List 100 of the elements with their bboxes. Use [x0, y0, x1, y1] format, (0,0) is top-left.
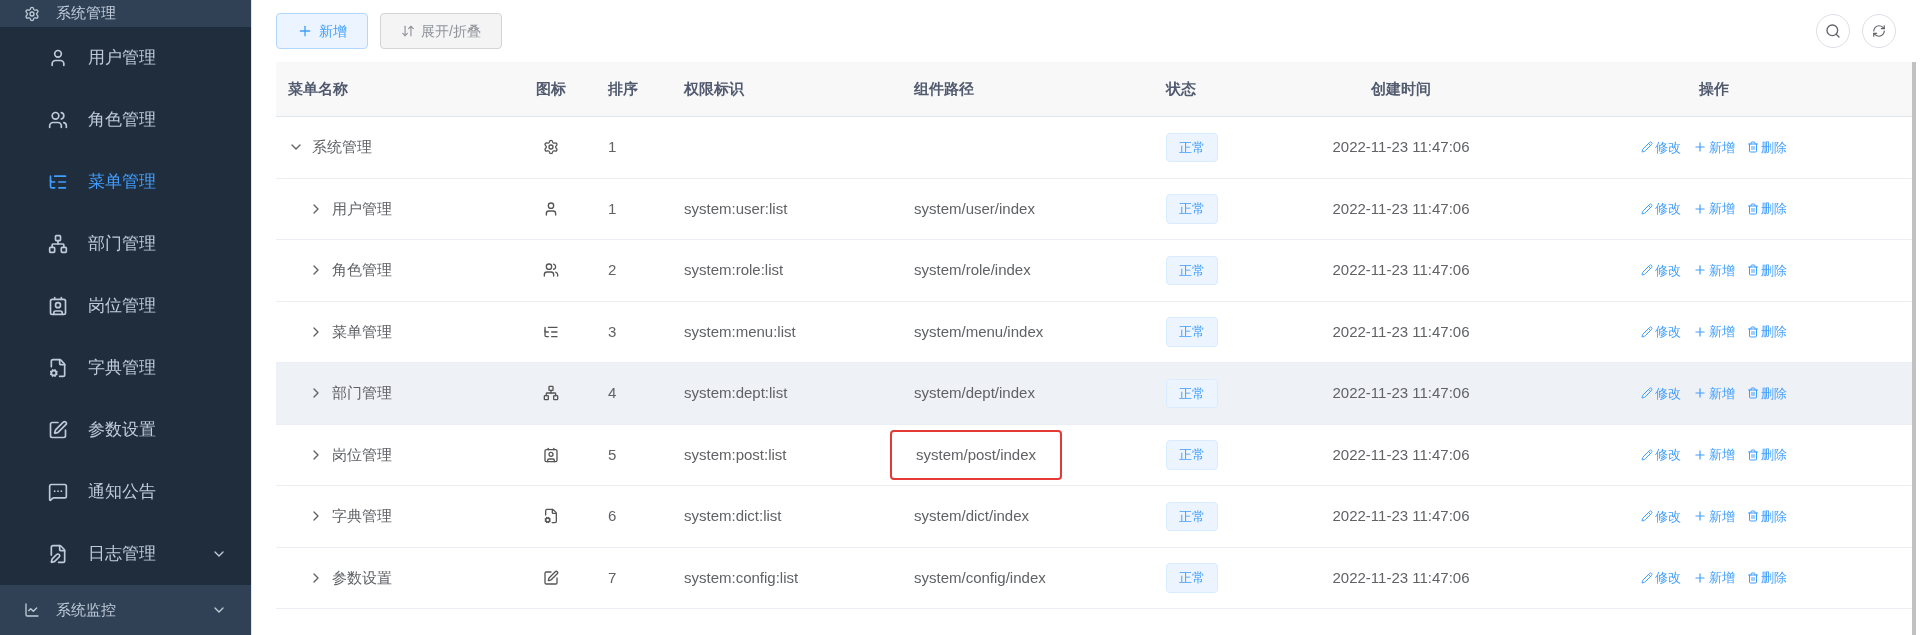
edit-link[interactable]: 修改: [1641, 322, 1681, 342]
trash-icon: [1747, 325, 1759, 338]
add-link[interactable]: 新增: [1693, 383, 1735, 403]
created-time: 2022-11-23 11:47:06: [1332, 384, 1470, 401]
sidebar-item[interactable]: 部门管理: [0, 213, 251, 275]
permission-key: system:role:list: [684, 261, 784, 278]
sidebar-item[interactable]: 岗位管理: [0, 275, 251, 337]
edit-link[interactable]: 修改: [1641, 506, 1681, 526]
column-header: 排序: [608, 79, 638, 97]
sidebar-item[interactable]: 日志管理: [0, 523, 251, 585]
expand-collapse-button[interactable]: 展开/折叠: [380, 13, 502, 49]
trash-icon: [1747, 448, 1759, 461]
column-header: 权限标识: [684, 79, 744, 97]
delete-link[interactable]: 删除: [1747, 568, 1787, 588]
order-number: 1: [608, 138, 617, 155]
trash-icon: [1747, 510, 1759, 523]
add-link[interactable]: 新增: [1693, 137, 1735, 157]
trash-icon: [1747, 571, 1759, 584]
edit-link[interactable]: 修改: [1641, 137, 1681, 157]
add-button[interactable]: 新增: [276, 13, 368, 49]
order-number: 4: [608, 384, 617, 401]
sidebar-item[interactable]: 参数设置: [0, 399, 251, 461]
trash-icon: [1747, 264, 1759, 277]
order-number: 7: [608, 568, 617, 586]
menu-name: 部门管理: [332, 383, 392, 403]
status-tag: 正常: [1166, 255, 1218, 285]
add-link[interactable]: 新增: [1693, 445, 1735, 465]
pencil-icon: [1641, 202, 1653, 215]
status-tag: 正常: [1166, 378, 1218, 408]
add-link[interactable]: 新增: [1693, 506, 1735, 526]
edit-link[interactable]: 修改: [1641, 199, 1681, 219]
menu-name: 岗位管理: [332, 444, 392, 465]
plus-icon: [1693, 324, 1707, 339]
delete-link[interactable]: 删除: [1747, 506, 1787, 526]
sidebar-item[interactable]: 角色管理: [0, 89, 251, 151]
component-path: system/dict/index: [914, 506, 1030, 526]
menu-name: 菜单管理: [332, 321, 392, 342]
status-tag: 正常: [1166, 563, 1218, 593]
sidebar-item[interactable]: 通知公告: [0, 461, 251, 523]
permission-key: system:dept:list: [684, 384, 788, 401]
id-card-icon: [543, 446, 559, 463]
menu-name: 用户管理: [332, 198, 392, 219]
sitemap-icon: [48, 234, 68, 254]
menu-group-header[interactable]: 系统监控: [0, 585, 251, 635]
created-time: 2022-11-23 11:47:06: [1332, 445, 1470, 463]
edit-link[interactable]: 修改: [1641, 445, 1681, 465]
trash-icon: [1747, 387, 1759, 400]
plus-icon: [1693, 140, 1707, 155]
sidebar-item[interactable]: 用户管理: [0, 27, 251, 89]
user-icon: [543, 200, 559, 217]
menu-name: 角色管理: [332, 260, 392, 280]
status-tag: 正常: [1166, 132, 1218, 162]
document-gear-icon: [543, 508, 559, 525]
edit-icon: [48, 420, 68, 440]
created-time: 2022-11-23 11:47:06: [1332, 199, 1470, 217]
order-number: 5: [608, 445, 617, 463]
order-number: 2: [608, 261, 617, 278]
permission-key: system:post:list: [684, 445, 787, 463]
order-number: 3: [608, 322, 617, 340]
add-link[interactable]: 新增: [1693, 568, 1735, 588]
edit-link[interactable]: 修改: [1641, 568, 1681, 588]
plus-icon: [1693, 201, 1707, 216]
menu-group-header[interactable]: 系统管理: [0, 0, 251, 27]
sidebar-item[interactable]: 字典管理: [0, 337, 251, 399]
delete-link[interactable]: 删除: [1747, 260, 1787, 280]
add-link[interactable]: 新增: [1693, 199, 1735, 219]
sitemap-icon: [543, 385, 559, 402]
pencil-icon: [1641, 264, 1653, 277]
order-number: 6: [608, 507, 617, 524]
component-path: system/menu/index: [914, 321, 1044, 342]
id-card-icon: [48, 296, 68, 316]
pencil-icon: [1641, 510, 1653, 523]
document-pen-icon: [48, 544, 68, 564]
refresh-icon: [1872, 24, 1886, 38]
add-link[interactable]: 新增: [1693, 260, 1735, 280]
column-header: 组件路径: [914, 79, 974, 97]
edit-link[interactable]: 修改: [1641, 260, 1681, 280]
menu-name: 参数设置: [332, 567, 392, 588]
highlighted-component-path: system/post/index: [890, 429, 1063, 480]
created-time: 2022-11-23 11:47:06: [1332, 138, 1470, 155]
delete-link[interactable]: 删除: [1747, 383, 1787, 403]
add-link[interactable]: 新增: [1693, 322, 1735, 342]
column-header: 图标: [536, 79, 566, 97]
delete-link[interactable]: 删除: [1747, 445, 1787, 465]
plus-icon: [1693, 570, 1707, 585]
delete-link[interactable]: 删除: [1747, 322, 1787, 342]
status-tag: 正常: [1166, 194, 1218, 224]
chart-icon: [24, 602, 40, 618]
column-header: 创建时间: [1371, 79, 1431, 97]
edit-link[interactable]: 修改: [1641, 383, 1681, 403]
created-time: 2022-11-23 11:47:06: [1332, 261, 1470, 278]
created-time: 2022-11-23 11:47:06: [1332, 322, 1470, 340]
column-header: 菜单名称: [288, 79, 348, 97]
delete-link[interactable]: 删除: [1747, 137, 1787, 157]
users-icon: [48, 110, 68, 130]
plus-icon: [1693, 509, 1707, 524]
delete-link[interactable]: 删除: [1747, 199, 1787, 219]
table-row[interactable]: 部门管理 4 system:dept:list system/dept/index 正常 2022-11-23 11:47:06 修改 新增 删除: [276, 363, 1912, 425]
column-header: 状态: [1166, 79, 1196, 97]
sidebar-item[interactable]: 菜单管理: [0, 151, 251, 213]
